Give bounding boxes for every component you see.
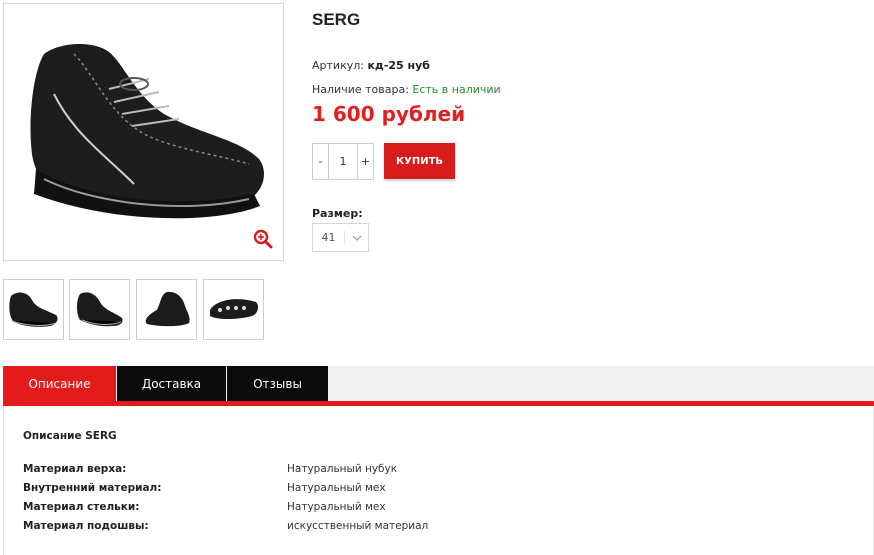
size-select[interactable]: 41 — [312, 223, 369, 252]
chevron-down-icon — [345, 235, 368, 241]
spec-key: Материал стельки: — [23, 501, 140, 513]
buy-button[interactable]: КУПИТЬ — [384, 143, 455, 179]
quantity-decrease-button[interactable]: - — [313, 144, 328, 179]
shoe-thumbnail-icon — [77, 292, 123, 327]
product-price: 1 600 рублей — [312, 102, 466, 126]
availability-value: Есть в наличии — [412, 83, 501, 96]
tab-reviews[interactable]: Отзывы — [227, 366, 328, 401]
spec-key: Материал подошвы: — [23, 520, 149, 532]
spec-row: Внутренний материал: Натуральный мех — [23, 482, 623, 496]
size-selected-value: 41 — [313, 230, 345, 245]
availability-label: Наличие товара: — [312, 83, 409, 96]
zoom-icon[interactable] — [253, 229, 273, 249]
tab-description[interactable]: Описание — [3, 366, 116, 401]
shoe-sole-icon — [210, 299, 259, 319]
spec-value: Натуральный мех — [287, 501, 386, 513]
sku-label: Артикул: — [312, 59, 364, 72]
spec-value: Натуральный мех — [287, 482, 386, 494]
spec-row: Материал подошвы: искусственный материал — [23, 520, 623, 534]
thumbnail-1[interactable] — [3, 279, 64, 340]
product-main-image[interactable] — [3, 3, 284, 261]
sku-line: Артикул: кд-25 нуб — [312, 59, 430, 72]
spec-value: искусственный материал — [287, 520, 429, 532]
shoe-image — [30, 43, 264, 219]
shoe-thumbnail-icon — [9, 292, 58, 327]
spec-key: Материал верха: — [23, 463, 127, 475]
thumbnail-3[interactable] — [136, 279, 197, 340]
size-label: Размер: — [312, 207, 363, 220]
product-title: SERG — [312, 10, 361, 29]
spec-row: Материал стельки: Натуральный мех — [23, 501, 623, 515]
thumbnail-4[interactable] — [203, 279, 264, 340]
spec-value: Натуральный нубук — [287, 463, 398, 475]
thumbnail-2[interactable] — [69, 279, 130, 340]
tab-delivery[interactable]: Доставка — [117, 366, 226, 401]
quantity-stepper: - 1 + — [312, 143, 374, 180]
availability-line: Наличие товара: Есть в наличии — [312, 83, 501, 96]
sku-value: кд-25 нуб — [367, 59, 430, 72]
spec-key: Внутренний материал: — [23, 482, 162, 494]
quantity-input[interactable]: 1 — [328, 144, 358, 179]
tabs-bar: Описание Доставка Отзывы — [3, 366, 874, 401]
quantity-increase-button[interactable]: + — [358, 144, 373, 179]
spec-row: Материал верха: Натуральный нубук — [23, 463, 623, 477]
shoe-thumbnail-icon — [145, 291, 190, 327]
description-title: Описание SERG — [23, 430, 117, 442]
